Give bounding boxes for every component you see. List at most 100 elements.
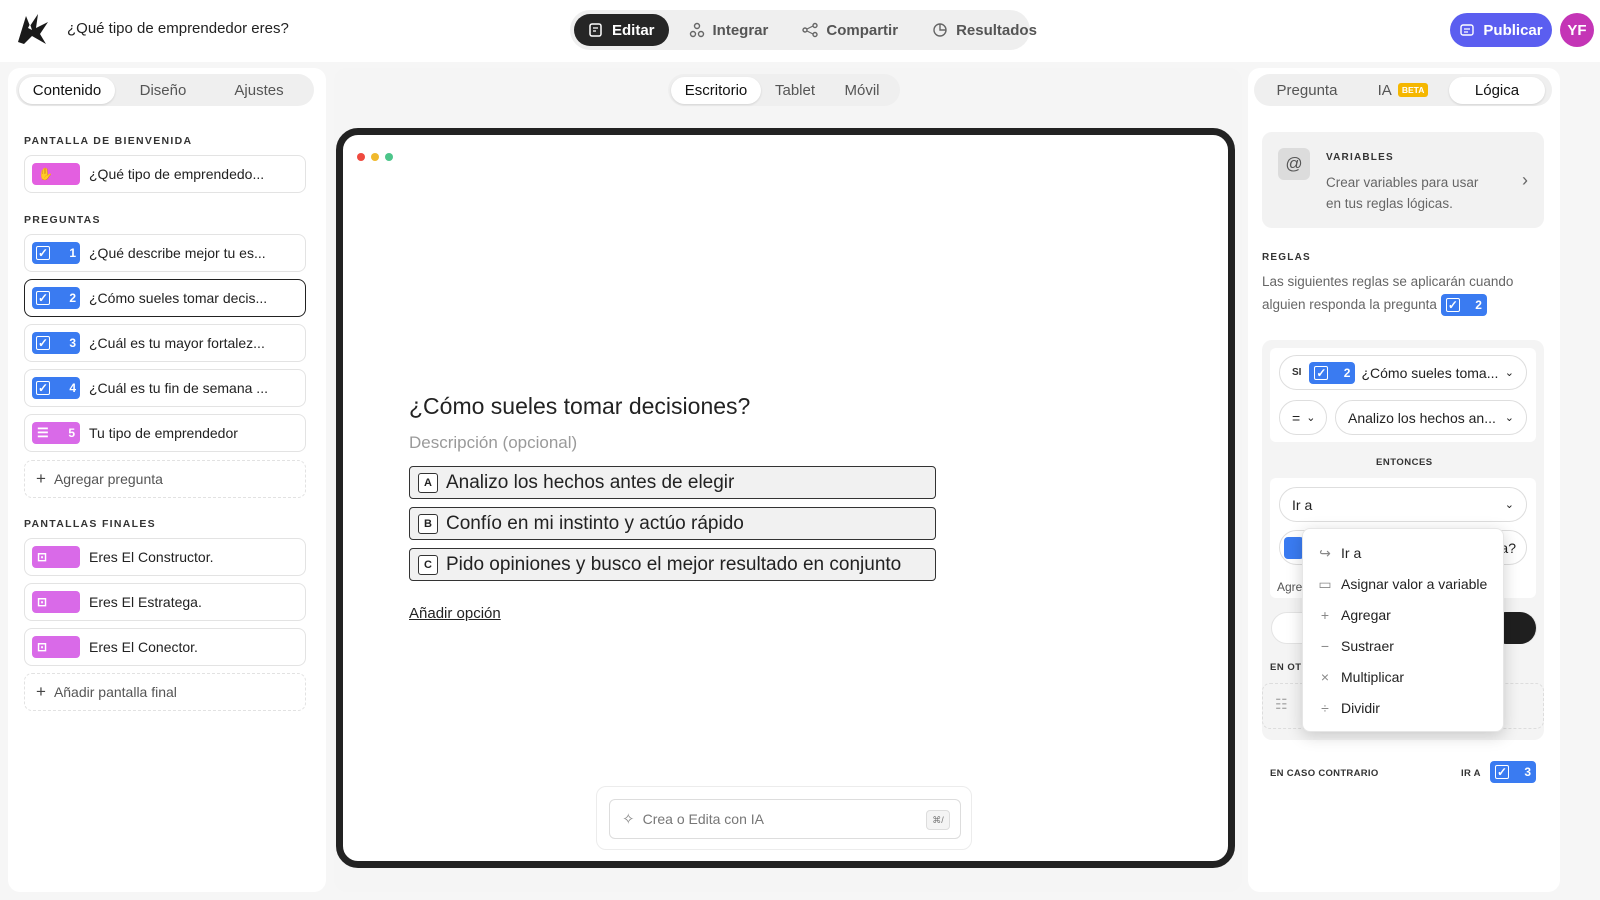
at-icon: @ [1278,148,1310,180]
action-label: Ir a [1292,496,1313,513]
checkbox-icon: ✓ [1314,365,1329,380]
welcome-screen-item[interactable]: ✋ ¿Qué tipo de emprendedo... [24,155,306,193]
target-badge [1284,536,1304,559]
tab-compartir[interactable]: Compartir [788,14,912,46]
question-title[interactable]: ¿Cómo sueles tomar decisiones? [409,393,750,420]
variables-card[interactable]: @ VARIABLES Crear variables para usar en… [1262,132,1544,228]
menu-item-sustraer[interactable]: − Sustraer [1303,632,1505,660]
ai-prompt-box: ✧ Crea o Edita con IA ⌘/ [596,786,972,850]
plus-icon: + [36,469,46,488]
answer-option[interactable]: A Analizo los hechos antes de elegir [409,466,936,499]
question-item[interactable]: ✓ 2 ¿Cómo sueles tomar decis... [24,279,306,317]
tab-escritorio[interactable]: Escritorio [671,76,761,104]
ending-item[interactable]: ⊡ Eres El Estratega. [24,583,306,621]
question-description[interactable]: Descripción (opcional) [409,433,577,453]
tab-logica[interactable]: Lógica [1449,76,1545,104]
ending-badge: ⊡ [32,591,80,613]
menu-item-multiplicar[interactable]: × Multiplicar [1303,663,1505,691]
tab-movil[interactable]: Móvil [829,77,895,104]
publish-label: Publicar [1483,21,1543,39]
item-label: ¿Qué describe mejor tu es... [89,245,266,261]
add-question-label: Agregar pregunta [53,471,163,487]
menu-item-asignar[interactable]: ▭ Asignar valor a variable [1303,570,1505,598]
action-select[interactable]: Ir a ⌄ [1279,487,1527,522]
ending-item[interactable]: ⊡ Eres El Constructor. [24,538,306,576]
tab-ia-label: IA [1377,81,1392,99]
tab-resultados[interactable]: Resultados [918,14,1051,46]
condition-question-select[interactable]: SI ✓ 2 ¿Cómo sueles toma... ⌄ [1279,355,1527,390]
tab-editar[interactable]: Editar [574,14,669,46]
checkbox-icon: ✓ [36,291,50,305]
menu-item-agregar[interactable]: + Agregar [1303,601,1505,629]
add-ending-button[interactable]: + Añadir pantalla final [24,673,306,711]
edit-icon [589,23,602,37]
ending-badge: ⊡ [32,636,80,658]
magic-wand-icon: ✧ [622,811,635,828]
item-label: ¿Cuál es tu mayor fortalez... [89,335,265,351]
menu-label: Multiplicar [1341,669,1405,685]
operator-label: = [1292,409,1301,426]
tab-label: Integrar [712,21,769,39]
tab-contenido[interactable]: Contenido [19,76,115,104]
menu-label: Sustraer [1341,638,1394,654]
question-number: 1 [69,246,76,260]
menu-label: Agregar [1341,607,1391,623]
operator-select[interactable]: = ⌄ [1279,400,1327,435]
tab-ajustes[interactable]: Ajustes [211,77,307,104]
add-option-link[interactable]: Añadir opción [409,605,501,622]
ending-badge: ⊡ [32,546,80,568]
question-number: 3 [1524,765,1531,779]
question-number: 4 [69,381,76,395]
publish-button[interactable]: Publicar [1450,13,1552,47]
tab-ia[interactable]: IA BETA [1357,77,1449,104]
share-icon [802,22,819,38]
checkbox-icon: ✓ [36,246,50,260]
si-label: SI [1292,367,1302,378]
question-badge: ☰ 5 [32,422,80,444]
publish-icon [1460,24,1475,36]
menu-item-dividir[interactable]: ÷ Dividir [1303,694,1505,722]
answer-option[interactable]: B Confío en mi instinto y actúo rápido [409,507,936,540]
item-label: ¿Cómo sueles tomar decis... [89,290,268,306]
device-preview-frame: ¿Cómo sueles tomar decisiones? Descripci… [336,128,1235,868]
question-number: 2 [1475,298,1482,312]
form-title[interactable]: ¿Qué tipo de emprendedor eres? [67,20,289,37]
question-item[interactable]: ✓ 3 ¿Cuál es tu mayor fortalez... [24,324,306,362]
plus-icon: + [1320,607,1330,623]
ending-icon: ⊡ [37,550,48,564]
brand-logo-icon[interactable] [16,12,50,46]
ending-item[interactable]: ⊡ Eres El Conector. [24,628,306,666]
questions-section-title: PREGUNTAS [24,214,101,226]
add-action-partial[interactable]: Agre [1277,580,1302,594]
avatar[interactable]: YF [1560,13,1594,47]
option-label: Pido opiniones y busco el mejor resultad… [446,553,902,575]
else-target-badge[interactable]: ✓ 3 [1490,761,1536,783]
question-item[interactable]: ✓ 4 ¿Cuál es tu fin de semana ... [24,369,306,407]
left-tabs: Contenido Diseño Ajustes [16,74,314,106]
tab-tablet[interactable]: Tablet [761,77,829,104]
menu-item-ir-a[interactable]: ↪ Ir a [1303,539,1505,567]
tab-integrar[interactable]: Integrar [675,14,783,46]
results-icon [933,23,947,37]
option-key: C [418,554,438,575]
menu-label: Asignar valor a variable [1341,576,1488,592]
question-item[interactable]: ✓ 1 ¿Qué describe mejor tu es... [24,234,306,272]
ending-icon: ⊡ [37,640,48,654]
checkbox-icon: ✓ [36,381,50,395]
add-question-button[interactable]: + Agregar pregunta [24,460,306,498]
tab-diseno[interactable]: Diseño [115,77,211,104]
integrate-icon [689,22,704,38]
answer-select[interactable]: Analizo los hechos an... ⌄ [1335,400,1527,435]
item-label: Eres El Conector. [89,639,198,655]
shortcut-hint: ⌘/ [926,810,950,830]
ai-input[interactable]: ✧ Crea o Edita con IA ⌘/ [609,799,961,839]
chevron-down-icon: ⌄ [1306,412,1316,424]
tab-pregunta[interactable]: Pregunta [1257,77,1357,104]
item-label: ¿Qué tipo de emprendedo... [89,166,265,182]
item-label: Tu tipo de emprendedor [89,425,238,441]
dot-red [357,153,365,161]
hand-icon: ✋ [38,167,53,181]
answer-option[interactable]: C Pido opiniones y busco el mejor result… [409,548,936,581]
minus-icon: − [1320,638,1330,654]
question-item[interactable]: ☰ 5 Tu tipo de emprendedor [24,414,306,452]
